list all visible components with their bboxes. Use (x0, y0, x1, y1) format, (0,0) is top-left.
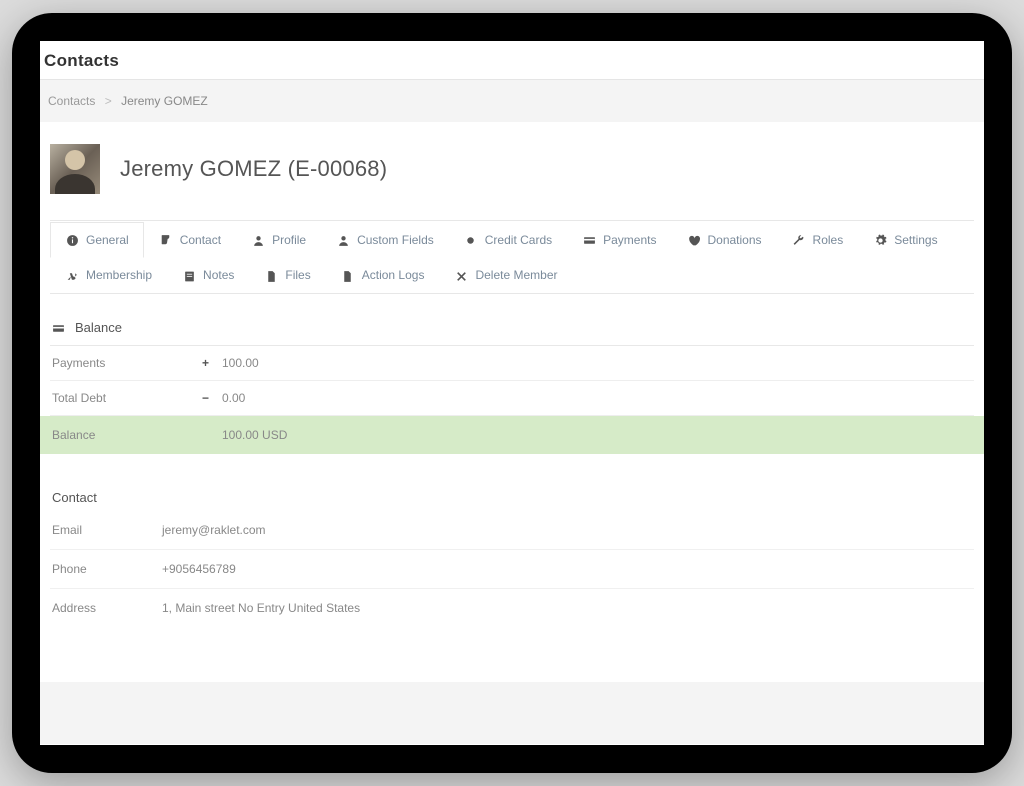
breadcrumb: Contacts > Jeremy GOMEZ (40, 80, 984, 122)
tab-label: Payments (603, 233, 656, 247)
tab-label: Files (285, 268, 310, 282)
file-icon (264, 268, 278, 282)
tab-action-logs[interactable]: Action Logs (326, 257, 440, 293)
address-label: Address (52, 601, 162, 615)
row-payments: Payments + 100.00 (50, 346, 974, 381)
contact-title: Jeremy GOMEZ (E-00068) (120, 156, 387, 182)
row-total-debt: Total Debt − 0.00 (50, 381, 974, 416)
circle-icon (464, 233, 478, 247)
tab-notes[interactable]: Notes (167, 257, 249, 293)
user-icon (336, 233, 350, 247)
tab-custom-fields[interactable]: Custom Fields (321, 222, 449, 258)
user-icon (251, 233, 265, 247)
content-wrap: Contacts > Jeremy GOMEZ Jeremy GOMEZ (E-… (40, 80, 984, 744)
plus-icon: + (202, 356, 222, 370)
balance-value: 100.00 USD (222, 428, 287, 442)
page-title: Contacts (44, 51, 980, 71)
tab-label: General (86, 233, 129, 247)
tab-label: Roles (813, 233, 844, 247)
phone-value: +9056456789 (162, 562, 236, 576)
contact-heading: Contact (50, 470, 974, 511)
info-icon (65, 233, 79, 247)
tab-label: Profile (272, 233, 306, 247)
row-phone: Phone +9056456789 (50, 550, 974, 589)
tabs-bar: General Contact Profile (50, 220, 974, 294)
tab-label: Membership (86, 268, 152, 282)
wrench-icon (792, 233, 806, 247)
tab-payments[interactable]: Payments (567, 222, 671, 258)
contact-header: Jeremy GOMEZ (E-00068) (50, 144, 974, 220)
debt-value: 0.00 (222, 391, 245, 405)
balance-section: Balance Payments + 100.00 Total Debt − 0… (50, 310, 974, 454)
tab-label: Custom Fields (357, 233, 434, 247)
tab-label: Credit Cards (485, 233, 552, 247)
tab-label: Settings (894, 233, 937, 247)
tab-credit-cards[interactable]: Credit Cards (449, 222, 567, 258)
tab-settings[interactable]: Settings (858, 222, 952, 258)
breadcrumb-separator: > (105, 94, 112, 108)
device-frame: Contacts Contacts > Jeremy GOMEZ Jeremy … (12, 13, 1012, 773)
row-email: Email jeremy@raklet.com (50, 511, 974, 550)
contact-info-section: Contact Email jeremy@raklet.com Phone +9… (50, 470, 974, 627)
row-address: Address 1, Main street No Entry United S… (50, 589, 974, 627)
screen: Contacts Contacts > Jeremy GOMEZ Jeremy … (40, 41, 984, 745)
balance-heading: Balance (50, 310, 974, 346)
breadcrumb-root[interactable]: Contacts (48, 94, 95, 108)
tab-label: Donations (707, 233, 761, 247)
tab-files[interactable]: Files (249, 257, 325, 293)
shuffle-icon (65, 268, 79, 282)
minus-icon: − (202, 391, 222, 405)
tab-label: Contact (180, 233, 221, 247)
tab-roles[interactable]: Roles (777, 222, 859, 258)
address-value: 1, Main street No Entry United States (162, 601, 360, 615)
tab-membership[interactable]: Membership (50, 257, 167, 293)
debt-label: Total Debt (52, 391, 202, 405)
tab-label: Action Logs (362, 268, 425, 282)
balance-label: Balance (52, 428, 202, 442)
close-icon (454, 268, 468, 282)
avatar (50, 144, 100, 194)
note-icon (182, 268, 196, 282)
tab-contact[interactable]: Contact (144, 222, 236, 258)
contact-card: Jeremy GOMEZ (E-00068) General Contact (40, 122, 984, 682)
tab-donations[interactable]: Donations (671, 222, 776, 258)
card-icon (52, 320, 65, 335)
tab-profile[interactable]: Profile (236, 222, 321, 258)
heart-icon (686, 233, 700, 247)
balance-heading-text: Balance (75, 320, 122, 335)
phone-label: Phone (52, 562, 162, 576)
tab-label: Notes (203, 268, 234, 282)
card-icon (582, 233, 596, 247)
email-value: jeremy@raklet.com (162, 523, 266, 537)
gear-icon (873, 233, 887, 247)
email-label: Email (52, 523, 162, 537)
tab-label: Delete Member (475, 268, 557, 282)
contact-heading-text: Contact (52, 490, 97, 505)
row-balance: Balance 100.00 USD (40, 416, 984, 454)
tab-general[interactable]: General (50, 222, 144, 258)
page-header: Contacts (40, 41, 984, 80)
breadcrumb-current: Jeremy GOMEZ (121, 94, 208, 108)
payments-label: Payments (52, 356, 202, 370)
payments-value: 100.00 (222, 356, 259, 370)
tab-delete-member[interactable]: Delete Member (439, 257, 572, 293)
file-icon (341, 268, 355, 282)
phone-icon (159, 233, 173, 247)
